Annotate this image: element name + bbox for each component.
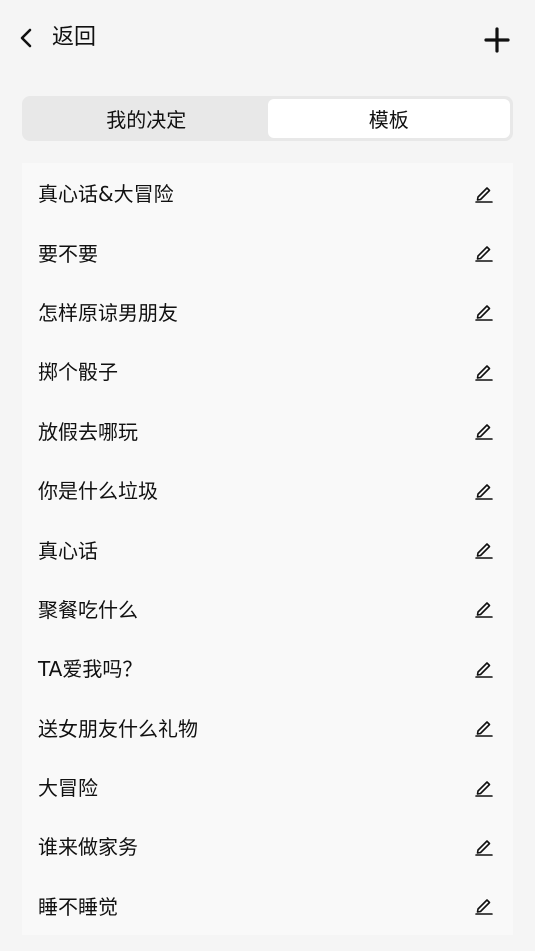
add-button[interactable] [483, 26, 511, 54]
list-item[interactable]: 睡不睡觉 [22, 876, 513, 935]
list-item-label: 掷个骰子 [38, 360, 118, 385]
list-item[interactable]: 送女朋友什么礼物 [22, 698, 513, 757]
list-item-label: TA爱我吗？ [38, 657, 143, 682]
edit-icon[interactable] [473, 597, 495, 619]
edit-icon[interactable] [473, 300, 495, 322]
top-bar: 返回 [0, 0, 535, 78]
list-item-label: 真心话&大冒险 [38, 182, 174, 207]
edit-icon[interactable] [473, 419, 495, 441]
list-item[interactable]: 放假去哪玩 [22, 401, 513, 460]
list-item-label: 睡不睡觉 [38, 894, 118, 919]
decision-list: 真心话&大冒险 要不要怎样原谅男朋友 掷个骰子放假去哪玩你是什么垃圾 真心话聚餐吃什么… [22, 163, 513, 936]
edit-icon[interactable] [473, 182, 495, 204]
list-item[interactable]: TA爱我吗？ [22, 638, 513, 697]
list-item[interactable]: 聚餐吃什么 [22, 579, 513, 638]
edit-icon[interactable] [473, 360, 495, 382]
list-item-label: 怎样原谅男朋友 [38, 300, 178, 325]
edit-icon[interactable] [473, 776, 495, 798]
tab-my-decisions[interactable]: 我的决定 [25, 99, 268, 138]
list-item-label: 谁来做家务 [38, 835, 138, 860]
list-item[interactable]: 大冒险 [22, 757, 513, 816]
edit-icon[interactable] [473, 538, 495, 560]
edit-icon[interactable] [473, 241, 495, 263]
list-item[interactable]: 真心话&大冒险 [22, 163, 513, 222]
list-item[interactable]: 要不要 [22, 222, 513, 281]
edit-icon[interactable] [473, 479, 495, 501]
edit-icon[interactable] [473, 835, 495, 857]
list-item-label: 真心话 [38, 538, 98, 563]
list-item-label: 送女朋友什么礼物 [38, 716, 198, 741]
list-item[interactable]: 怎样原谅男朋友 [22, 282, 513, 341]
list-item-label: 要不要 [38, 241, 98, 266]
list-item[interactable]: 谁来做家务 [22, 816, 513, 875]
edit-icon[interactable] [473, 716, 495, 738]
list-item-label: 聚餐吃什么 [38, 597, 138, 622]
plus-icon [483, 27, 511, 58]
list-item[interactable]: 真心话 [22, 519, 513, 578]
segmented-control: 我的决定 模板 [22, 96, 513, 141]
list-item[interactable]: 掷个骰子 [22, 341, 513, 400]
back-button[interactable]: 返回 [12, 18, 96, 58]
list-item-label: 放假去哪玩 [38, 419, 138, 444]
chevron-left-icon [12, 18, 40, 58]
list-item-label: 大冒险 [38, 776, 98, 801]
list-item[interactable]: 你是什么垃圾 [22, 460, 513, 519]
back-label: 返回 [52, 25, 97, 50]
tab-templates[interactable]: 模板 [267, 99, 510, 138]
edit-icon[interactable] [473, 657, 495, 679]
list-item-label: 你是什么垃圾 [38, 479, 158, 504]
edit-icon[interactable] [473, 894, 495, 916]
